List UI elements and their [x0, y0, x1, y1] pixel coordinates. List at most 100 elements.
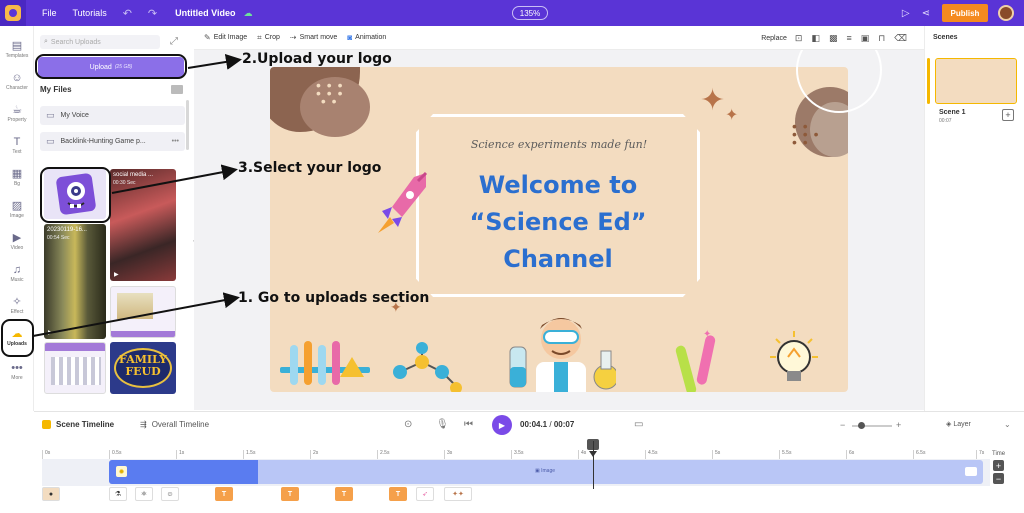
share-icon[interactable]: ⋖: [922, 8, 930, 19]
image-track[interactable]: ✹ ▣ Image: [109, 460, 983, 484]
panel-scrollbar[interactable]: [186, 100, 189, 150]
publish-button[interactable]: Publish: [942, 4, 988, 22]
animation-button[interactable]: ◙ Animation: [347, 33, 386, 42]
upload-thumb-game[interactable]: [44, 342, 106, 394]
scene-thumbnail[interactable]: [935, 58, 1017, 104]
family-feud-line2: FEUD: [125, 365, 161, 378]
overall-timeline-icon: ⇶: [140, 420, 147, 429]
flip-icon[interactable]: ◧: [811, 33, 820, 44]
zoom-out-icon[interactable]: −: [840, 420, 845, 430]
tool-label: Video: [10, 244, 24, 251]
undo-icon[interactable]: ↶: [123, 7, 132, 20]
ruler-tick: 6.5s: [913, 450, 925, 459]
rocket-icon[interactable]: [374, 167, 434, 237]
replace-button[interactable]: Replace: [761, 35, 787, 42]
tool-effect[interactable]: ✧ Effect: [0, 290, 34, 320]
track-image-text: Image: [541, 468, 556, 474]
ruler-tick: 0s: [42, 450, 50, 459]
scene-name[interactable]: Scene 1: [939, 109, 965, 116]
layers-icon[interactable]: ≡: [846, 33, 851, 43]
tool-music[interactable]: ♫ Music: [0, 258, 34, 288]
element-chip-text[interactable]: T: [281, 487, 299, 501]
delete-icon[interactable]: ⌫: [894, 33, 907, 44]
zoom-in-icon[interactable]: +: [896, 420, 901, 430]
search-input[interactable]: ⌕ Search Uploads: [40, 35, 160, 49]
folder-my-voice[interactable]: ▭ My Voice: [40, 106, 185, 125]
slide-subtitle[interactable]: Science experiments made fun!: [420, 138, 698, 151]
expand-icon[interactable]: ⤢: [170, 36, 178, 47]
background-icon: ▦: [11, 167, 23, 180]
time-readout: 00:04.1 / 00:07: [520, 420, 574, 429]
upload-thumb-social-media[interactable]: social media ... 00:30 Sec ▶: [110, 169, 176, 281]
element-chip-scientist[interactable]: ☺: [161, 487, 179, 501]
smart-move-icon: ⇢: [289, 33, 297, 42]
element-chip-flasks[interactable]: ⚗: [109, 487, 127, 501]
slide-headline[interactable]: Welcome to “Science Ed” Channel: [416, 167, 700, 278]
fit-screen-icon[interactable]: ⊙: [404, 419, 412, 430]
redo-icon[interactable]: ↷: [148, 7, 157, 20]
slide[interactable]: • • • • • • • • • • • • • • • ✦ ✦ ✦ Science…: [270, 67, 848, 392]
chevron-down-icon[interactable]: ⌄: [1004, 420, 1011, 429]
crop-button[interactable]: ⌗ Crop: [257, 33, 280, 43]
canvas-area: • • • • • • • • • • • • • • • ✦ ✦ ✦ Science…: [194, 50, 924, 410]
element-chip-text[interactable]: T: [389, 487, 407, 501]
upload-thumb-family-feud[interactable]: FAMILY FEUD: [110, 342, 176, 394]
edit-image-button[interactable]: ✎ Edit Image: [204, 33, 247, 42]
overall-timeline-tab[interactable]: ⇶ Overall Timeline: [140, 420, 209, 429]
playhead[interactable]: [593, 441, 594, 489]
timeline-minus-button[interactable]: −: [993, 473, 1004, 484]
timeline-plus-button[interactable]: +: [993, 460, 1004, 471]
track-end-icon[interactable]: [965, 467, 977, 476]
new-folder-icon[interactable]: [171, 85, 183, 94]
lock-icon[interactable]: ⊓: [878, 33, 885, 44]
upload-thumb-20230119[interactable]: 20230119-16... 00:54 Sec ▶: [44, 224, 106, 339]
scientist-character[interactable]: [506, 307, 616, 392]
video-play-icon: ▶: [114, 272, 119, 278]
element-chip-text[interactable]: T: [215, 487, 233, 501]
file-menu[interactable]: File: [42, 8, 57, 18]
time-separator: /: [547, 420, 554, 429]
play-button[interactable]: ▶: [492, 415, 512, 435]
tool-bg[interactable]: ▦ Bg: [0, 162, 34, 192]
more-icon: •••: [11, 361, 23, 374]
app-logo[interactable]: [0, 0, 26, 26]
scene-timeline-tab[interactable]: Scene Timeline: [42, 420, 114, 429]
zoom-level[interactable]: 135%: [512, 6, 548, 20]
more-options-icon[interactable]: •••: [172, 138, 179, 145]
tutorials-menu[interactable]: Tutorials: [73, 8, 107, 18]
tool-image[interactable]: ▨ Image: [0, 194, 34, 224]
timeline-zoom-knob[interactable]: [858, 422, 865, 429]
transparency-icon[interactable]: ▩: [829, 33, 838, 44]
ruler-tick: 7s: [976, 450, 984, 459]
element-chip-text[interactable]: T: [335, 487, 353, 501]
tool-video[interactable]: ▶ Video: [0, 226, 34, 256]
tool-templates[interactable]: ▤ Templates: [0, 34, 34, 64]
tool-character[interactable]: ☺ Character: [0, 66, 34, 96]
layer-button[interactable]: ◈ Layer: [946, 420, 971, 428]
element-chip-sparkles[interactable]: ✦✦: [444, 487, 472, 501]
skip-back-icon[interactable]: ⏮: [464, 419, 473, 430]
property-icon: ☕: [12, 103, 22, 116]
tool-more[interactable]: ••• More: [0, 356, 34, 386]
effect-icon: ✧: [12, 295, 22, 308]
project-title[interactable]: Untitled Video: [175, 8, 235, 18]
scenes-panel: Scenes Scene 1 00:07 +: [924, 26, 1024, 411]
track-selected-range[interactable]: [109, 460, 258, 484]
tool-text[interactable]: T Text: [0, 130, 34, 160]
add-scene-button[interactable]: +: [1002, 109, 1014, 121]
microphone-icon[interactable]: 🎙: [436, 419, 449, 430]
upload-thumb-slides[interactable]: [110, 286, 176, 338]
element-chip-blob[interactable]: ●: [42, 487, 60, 501]
replace-image-icon[interactable]: ⊡: [795, 33, 803, 44]
preview-icon[interactable]: ▷: [902, 8, 910, 19]
headline-line-3: Channel: [503, 245, 613, 273]
folder-backlink-hunting[interactable]: ▭ Backlink-Hunting Game p... •••: [40, 132, 185, 151]
subtitles-icon[interactable]: ▭: [634, 419, 643, 430]
element-chip-rocket[interactable]: ➶: [416, 487, 434, 501]
smart-move-button[interactable]: ⇢ Smart move: [290, 33, 337, 42]
tool-property[interactable]: ☕ Property: [0, 98, 34, 128]
element-chip-molecule[interactable]: ⚛: [135, 487, 153, 501]
avatar[interactable]: [998, 5, 1014, 21]
pencil-icon: ✎: [204, 33, 211, 42]
print-icon[interactable]: ▣: [861, 33, 870, 44]
